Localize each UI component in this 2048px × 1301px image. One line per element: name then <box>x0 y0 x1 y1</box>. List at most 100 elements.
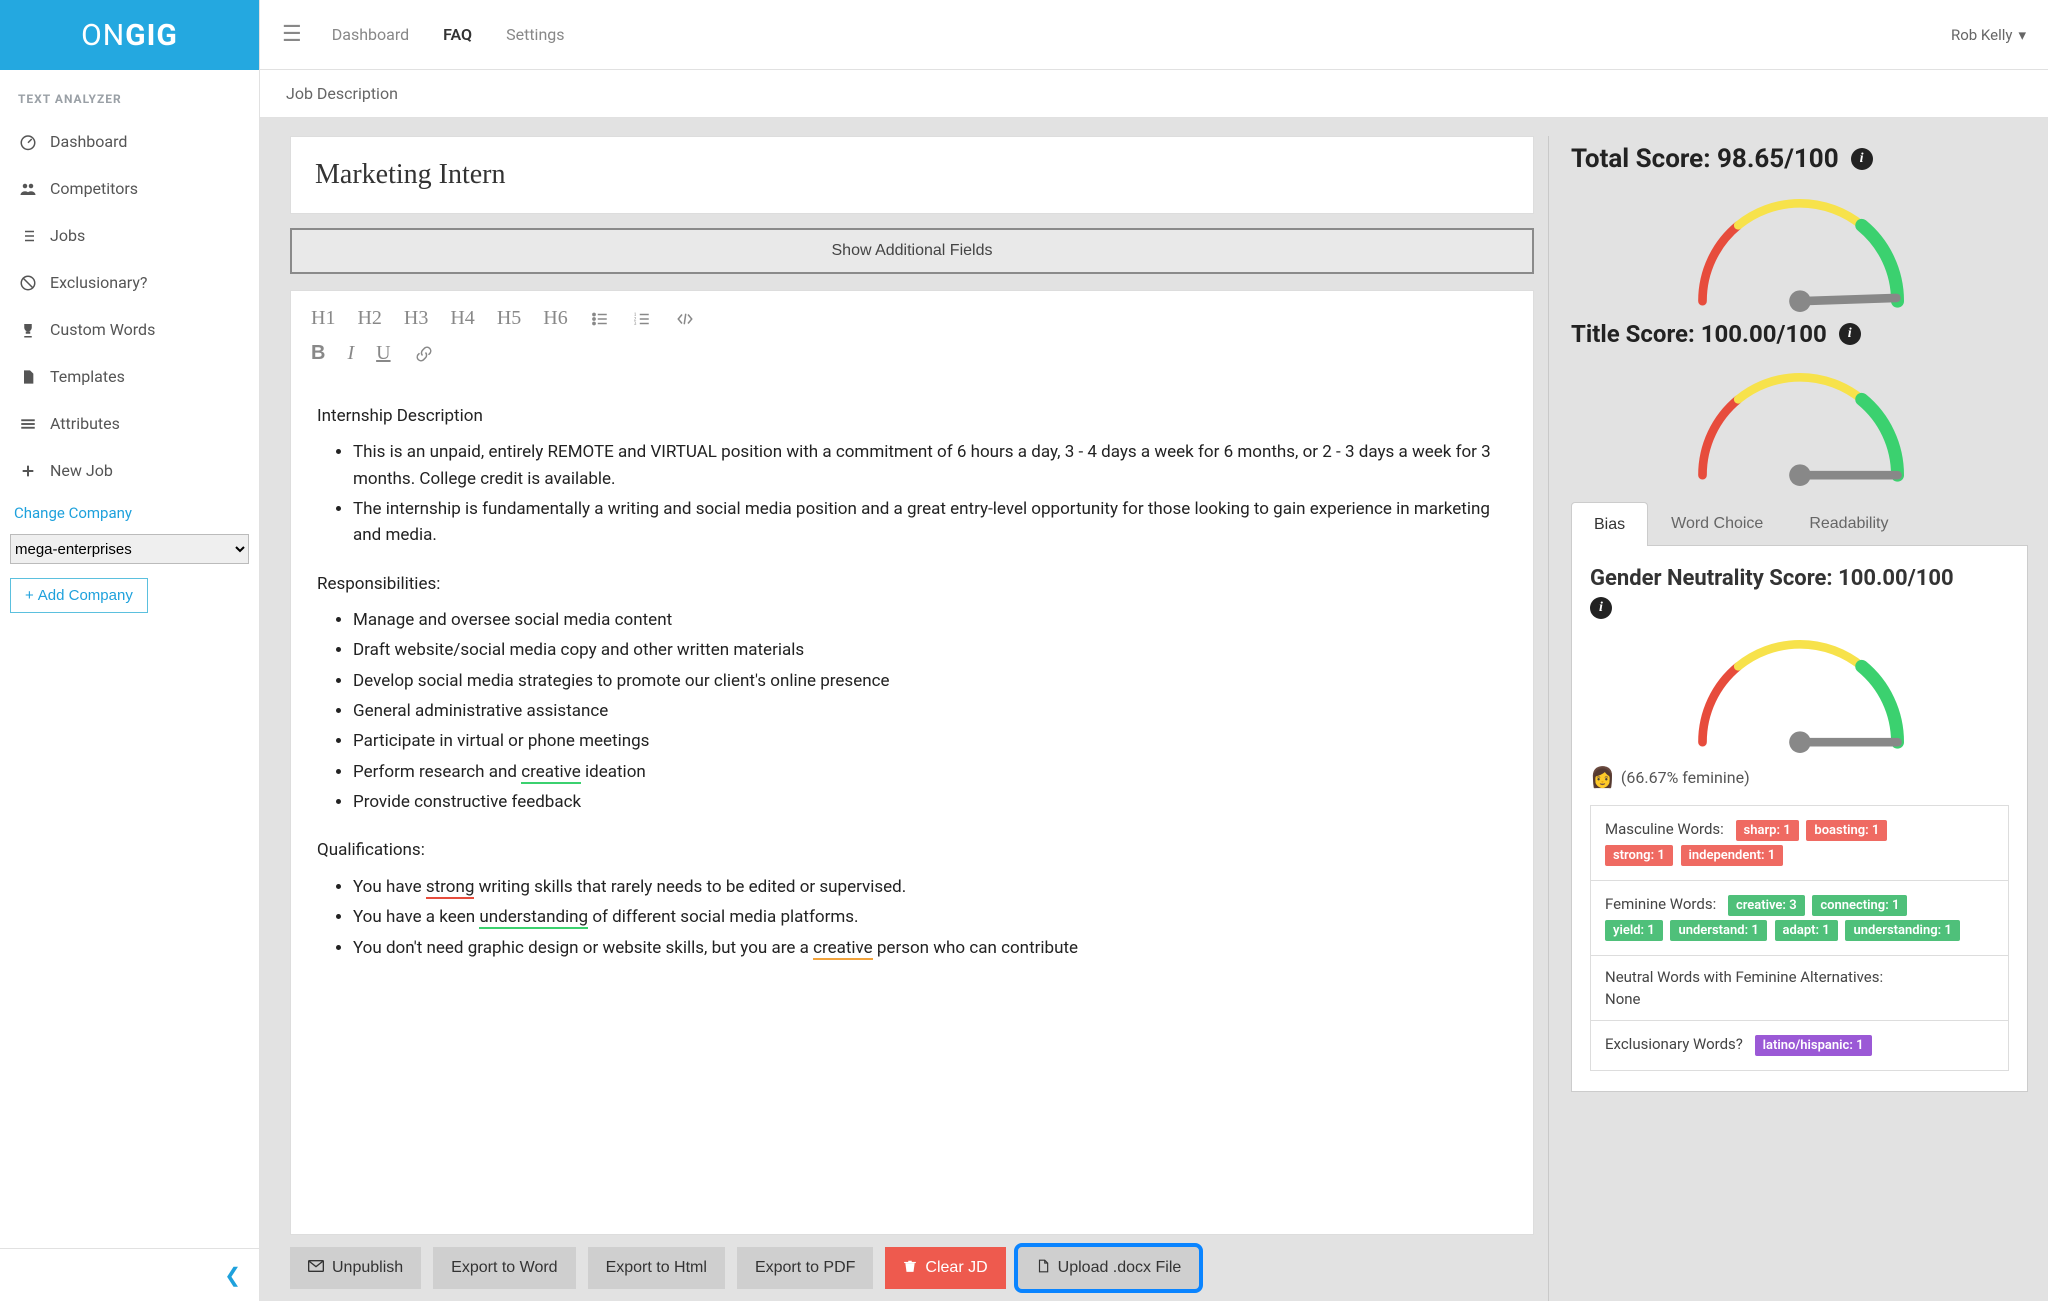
word-badge[interactable]: connecting: 1 <box>1812 895 1907 916</box>
change-company-label: Change Company <box>0 494 259 528</box>
job-title-card: Marketing Intern <box>290 136 1534 214</box>
score-panel: Total Score: 98.65/100 i Title Score: 10… <box>1548 136 2048 1301</box>
job-title: Marketing Intern <box>315 159 506 190</box>
topnav-faq[interactable]: FAQ <box>443 25 472 44</box>
h6-button[interactable]: H6 <box>543 307 567 330</box>
exclusionary-words-section: Exclusionary Words? latino/hispanic: 1 <box>1591 1021 2008 1071</box>
envelope-icon <box>308 1259 324 1277</box>
sidebar-item-dashboard[interactable]: Dashboard <box>0 118 259 165</box>
code-icon[interactable] <box>674 310 696 328</box>
info-icon[interactable]: i <box>1839 323 1861 345</box>
sidebar-item-attributes[interactable]: Attributes <box>0 400 259 447</box>
sidebar-item-label: Jobs <box>50 226 85 245</box>
tab-word-choice[interactable]: Word Choice <box>1648 502 1786 545</box>
user-name: Rob Kelly <box>1951 26 2013 44</box>
bias-tab-body: Gender Neutrality Score: 100.00/100 i <box>1571 546 2028 1092</box>
topnav-settings[interactable]: Settings <box>506 25 564 44</box>
link-icon[interactable] <box>413 345 435 363</box>
collapse-sidebar-icon[interactable]: ❮ <box>224 1263 241 1287</box>
list-item: General administrative assistance <box>353 698 1507 724</box>
title-score-gauge <box>1571 352 2028 494</box>
word-badge[interactable]: boasting: 1 <box>1806 820 1887 841</box>
total-score-gauge <box>1571 178 2028 320</box>
total-score-heading: Total Score: 98.65/100 i <box>1571 144 2028 174</box>
highlighted-word: understanding <box>479 907 588 929</box>
word-badge[interactable]: sharp: 1 <box>1736 820 1799 841</box>
brand-logo: ONGIG <box>0 0 259 70</box>
h3-button[interactable]: H3 <box>404 307 428 330</box>
file-icon <box>18 368 38 386</box>
editor-card: H1 H2 H3 H4 H5 H6 123 <box>290 290 1534 1235</box>
tab-readability[interactable]: Readability <box>1786 502 1911 545</box>
word-badge[interactable]: understand: 1 <box>1670 920 1766 941</box>
italic-icon[interactable]: I <box>347 342 354 365</box>
list-item: The internship is fundamentally a writin… <box>353 496 1507 549</box>
word-badge[interactable]: yield: 1 <box>1605 920 1663 941</box>
brand-part1: ON <box>81 18 125 53</box>
action-bar: Unpublish Export to Word Export to Html … <box>290 1235 1534 1301</box>
upload-docx-button[interactable]: Upload .docx File <box>1018 1247 1200 1289</box>
sidebar-item-new-job[interactable]: New Job <box>0 447 259 494</box>
add-company-button[interactable]: +Add Company <box>10 578 148 613</box>
list-item: Perform research and creative ideation <box>353 759 1507 785</box>
sidebar-item-templates[interactable]: Templates <box>0 353 259 400</box>
list-item: Manage and oversee social media content <box>353 607 1507 633</box>
sidebar-item-label: Dashboard <box>50 132 127 151</box>
sidebar-item-exclusionary[interactable]: Exclusionary? <box>0 259 259 306</box>
user-menu[interactable]: Rob Kelly ▾ <box>1951 26 2026 44</box>
section-heading: Internship Description <box>317 403 1507 429</box>
show-additional-fields-button[interactable]: Show Additional Fields <box>290 228 1534 274</box>
sidebar-item-competitors[interactable]: Competitors <box>0 165 259 212</box>
sidebar-item-custom-words[interactable]: Custom Words <box>0 306 259 353</box>
clear-jd-button[interactable]: Clear JD <box>885 1247 1005 1289</box>
underline-icon[interactable]: U <box>376 342 390 365</box>
list-item: Provide constructive feedback <box>353 789 1507 815</box>
masculine-words-section: Masculine Words: sharp: 1 boasting: 1 st… <box>1591 806 2008 881</box>
info-icon[interactable]: i <box>1590 597 1612 619</box>
word-badge[interactable]: creative: 3 <box>1728 895 1805 916</box>
word-badge[interactable]: understanding: 1 <box>1845 920 1959 941</box>
sidebar-nav: Dashboard Competitors Jobs Exclusionary? <box>0 118 259 494</box>
h5-button[interactable]: H5 <box>497 307 521 330</box>
word-badge[interactable]: strong: 1 <box>1605 845 1673 866</box>
export-html-button[interactable]: Export to Html <box>588 1247 725 1289</box>
feminine-words-section: Feminine Words: creative: 3 connecting: … <box>1591 881 2008 956</box>
list-item: You have strong writing skills that rare… <box>353 874 1507 900</box>
info-icon[interactable]: i <box>1851 148 1873 170</box>
list-item: Participate in virtual or phone meetings <box>353 728 1507 754</box>
neutral-words-section: Neutral Words with Feminine Alternatives… <box>1591 956 2008 1021</box>
ban-icon <box>18 274 38 292</box>
sidebar-section-label: TEXT ANALYZER <box>0 70 259 118</box>
bullet-list-icon[interactable] <box>590 310 610 328</box>
list-item: You have a keen understanding of differe… <box>353 904 1507 930</box>
sidebar-item-label: Attributes <box>50 414 120 433</box>
topnav-dashboard[interactable]: Dashboard <box>332 25 409 44</box>
number-list-icon[interactable]: 123 <box>632 310 652 328</box>
gender-neutrality-heading: Gender Neutrality Score: 100.00/100 <box>1590 566 2009 591</box>
list-item: This is an unpaid, entirely REMOTE and V… <box>353 439 1507 492</box>
tab-bias[interactable]: Bias <box>1571 502 1648 546</box>
list-item: Draft website/social media copy and othe… <box>353 637 1507 663</box>
h4-button[interactable]: H4 <box>450 307 474 330</box>
editor-body[interactable]: Internship Description This is an unpaid… <box>291 373 1533 1234</box>
h2-button[interactable]: H2 <box>357 307 381 330</box>
sidebar-item-label: New Job <box>50 461 113 480</box>
export-pdf-button[interactable]: Export to PDF <box>737 1247 873 1289</box>
sidebar-item-jobs[interactable]: Jobs <box>0 212 259 259</box>
list-item: Develop social media strategies to promo… <box>353 668 1507 694</box>
hamburger-icon[interactable]: ☰ <box>282 22 302 47</box>
word-badge[interactable]: independent: 1 <box>1681 845 1784 866</box>
company-select[interactable]: mega-enterprises <box>10 534 249 564</box>
top-nav: Dashboard FAQ Settings <box>332 25 565 44</box>
brand-part2: GIG <box>125 18 178 53</box>
bold-icon[interactable]: B <box>311 342 325 365</box>
person-icon: 👩 <box>1590 765 1615 789</box>
word-badge[interactable]: latino/hispanic: 1 <box>1755 1035 1872 1056</box>
unpublish-button[interactable]: Unpublish <box>290 1247 421 1289</box>
h1-button[interactable]: H1 <box>311 307 335 330</box>
list-item: You don't need graphic design or website… <box>353 935 1507 961</box>
highlighted-word: creative <box>521 762 581 784</box>
export-word-button[interactable]: Export to Word <box>433 1247 575 1289</box>
word-badge[interactable]: adapt: 1 <box>1775 920 1838 941</box>
topbar: ☰ Dashboard FAQ Settings Rob Kelly ▾ <box>260 0 2048 70</box>
